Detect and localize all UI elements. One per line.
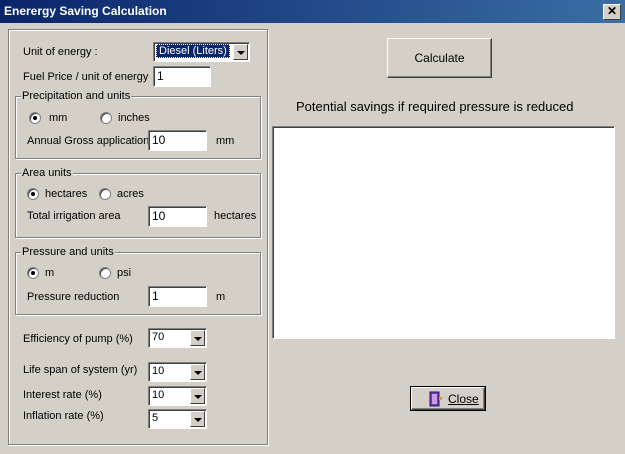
chevron-down-icon[interactable] xyxy=(190,388,205,404)
total-irrigation-label: Total irrigation area xyxy=(27,210,121,222)
results-heading: Potential savings if required pressure i… xyxy=(296,99,574,114)
pressure-m-label: m xyxy=(45,267,55,279)
area-acres-radio[interactable] xyxy=(99,188,111,200)
annual-gross-input[interactable]: 10 xyxy=(148,130,207,151)
precip-inches-label: inches xyxy=(118,112,150,124)
lifespan-value: 10 xyxy=(152,365,165,377)
interest-value: 10 xyxy=(152,389,165,401)
inflation-select[interactable]: 5 xyxy=(148,409,207,429)
pressure-legend: Pressure and units xyxy=(21,246,115,258)
precipitation-legend: Precipitation and units xyxy=(21,90,132,102)
area-legend: Area units xyxy=(21,167,73,179)
precip-inches-radio[interactable] xyxy=(100,112,112,124)
chevron-down-icon[interactable] xyxy=(190,364,205,380)
pressure-reduction-label: Pressure reduction xyxy=(27,291,120,303)
unit-of-energy-select[interactable]: Diesel (Liters) xyxy=(153,42,250,62)
interest-label: Interest rate (%) xyxy=(23,389,102,401)
fuel-price-input[interactable]: 1 xyxy=(153,66,211,87)
area-hectares-radio[interactable] xyxy=(27,188,39,200)
fuel-price-label: Fuel Price / unit of energy xyxy=(23,71,149,83)
precip-mm-radio[interactable] xyxy=(29,112,41,124)
inflation-value: 5 xyxy=(152,412,159,424)
window-close-button[interactable]: ✕ xyxy=(603,4,621,20)
pressure-m-radio[interactable] xyxy=(27,267,39,279)
close-button-label: Close xyxy=(448,392,479,406)
area-hectares-label: hectares xyxy=(45,188,88,200)
lifespan-label: Life span of system (yr) xyxy=(23,364,138,376)
pressure-reduction-input[interactable]: 1 xyxy=(148,286,207,307)
efficiency-label: Efficiency of pump (%) xyxy=(23,333,133,345)
window-title: Enerergy Saving Calculation xyxy=(4,4,167,18)
pressure-group xyxy=(15,252,261,315)
pressure-psi-label: psi xyxy=(117,267,132,279)
efficiency-select[interactable]: 70 xyxy=(148,328,207,348)
lifespan-select[interactable]: 10 xyxy=(148,362,207,382)
pressure-psi-radio[interactable] xyxy=(99,267,111,279)
chevron-down-icon[interactable] xyxy=(190,330,205,346)
total-irrigation-input[interactable]: 10 xyxy=(148,206,207,227)
close-icon: ✕ xyxy=(606,4,618,18)
total-irrigation-unit: hectares xyxy=(214,210,257,222)
close-button[interactable]: Close xyxy=(410,386,486,411)
efficiency-value: 70 xyxy=(152,331,165,343)
unit-of-energy-label: Unit of energy : xyxy=(23,46,98,58)
area-group xyxy=(15,173,261,238)
interest-select[interactable]: 10 xyxy=(148,386,207,406)
pressure-reduction-unit: m xyxy=(216,291,226,303)
precip-mm-label: mm xyxy=(49,112,68,124)
unit-of-energy-value: Diesel (Liters) xyxy=(156,44,230,58)
inflation-label: Inflation rate (%) xyxy=(23,410,104,422)
annual-gross-unit: mm xyxy=(216,135,235,147)
chevron-down-icon[interactable] xyxy=(233,44,248,60)
area-acres-label: acres xyxy=(117,188,144,200)
precipitation-group xyxy=(15,96,261,159)
chevron-down-icon[interactable] xyxy=(190,411,205,427)
annual-gross-label: Annual Gross application xyxy=(27,135,150,147)
door-exit-icon xyxy=(429,391,442,407)
results-output[interactable] xyxy=(272,126,615,339)
calculate-button[interactable]: Calculate xyxy=(387,38,492,78)
